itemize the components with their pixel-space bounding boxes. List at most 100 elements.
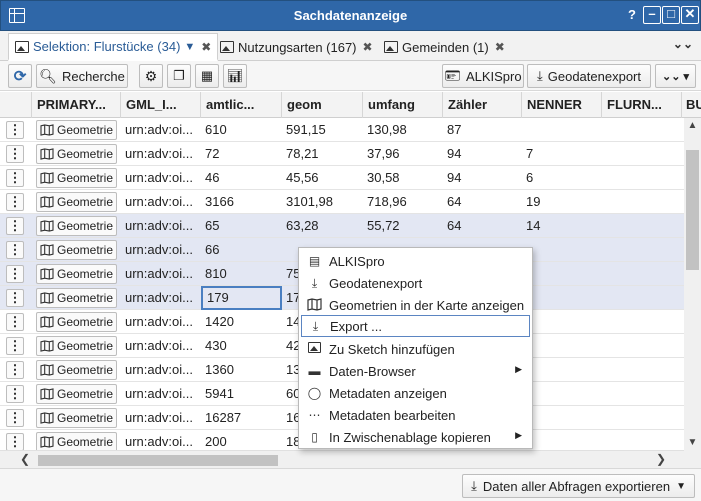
menu-item-metadaten-bearbeiten[interactable]: ⋯ Metadaten bearbeiten [301, 404, 530, 426]
cell-gml[interactable]: urn:adv:oi... [121, 118, 201, 142]
vertical-scroll-thumb[interactable] [686, 150, 699, 270]
cell-flurn[interactable] [602, 238, 682, 262]
close-tab-icon[interactable]: ✖ [363, 40, 373, 54]
menu-item-alkispro[interactable]: ▤ ALKISpro [301, 250, 530, 272]
header-umfang[interactable]: umfang [363, 92, 443, 118]
geometry-button[interactable]: Geometrie [36, 240, 117, 260]
cell-geom[interactable]: 63,28 [282, 214, 363, 238]
tab-gemeinden[interactable]: Gemeinden (1) ✖ [378, 33, 511, 61]
scroll-right-icon[interactable]: ❯ [656, 452, 666, 466]
tab-nutzungsarten[interactable]: Nutzungsarten (167) ✖ [214, 33, 379, 61]
header-primary[interactable]: PRIMARY... [32, 92, 121, 118]
header-zaehler[interactable]: Zähler [443, 92, 522, 118]
row-menu-icon[interactable]: ⋮ [6, 289, 24, 307]
geometry-button[interactable]: Geometrie [36, 312, 117, 332]
geometry-button[interactable]: Geometrie [36, 384, 117, 404]
cell-amtlich[interactable]: 65 [201, 214, 282, 238]
cell-nenner[interactable] [522, 262, 602, 286]
row-menu-icon[interactable]: ⋮ [6, 265, 24, 283]
cell-flurn[interactable] [602, 334, 682, 358]
cell-gml[interactable]: urn:adv:oi... [121, 166, 201, 190]
table-row[interactable]: ⋮ Geometrie urn:adv:oi... 610 591,15 130,98 87 [0, 118, 684, 142]
cell-flurn[interactable] [602, 214, 682, 238]
row-menu-icon[interactable]: ⋮ [6, 193, 24, 211]
cell-gml[interactable]: urn:adv:oi... [121, 382, 201, 406]
cell-nenner[interactable] [522, 430, 602, 450]
cell-nenner[interactable]: 19 [522, 190, 602, 214]
cell-flurn[interactable] [602, 358, 682, 382]
geometry-button[interactable]: Geometrie [36, 432, 117, 450]
cell-flurn[interactable] [602, 430, 682, 450]
cell-amtlich[interactable]: 810 [201, 262, 282, 286]
close-button[interactable]: ✕ [681, 6, 699, 24]
cell-zaehler[interactable]: 64 [443, 190, 522, 214]
menu-item-geometrien-anzeigen[interactable]: Geometrien in der Karte anzeigen [301, 294, 530, 316]
row-menu-icon[interactable]: ⋮ [6, 241, 24, 259]
cell-nenner[interactable] [522, 334, 602, 358]
cell-flurn[interactable] [602, 118, 682, 142]
row-menu-icon[interactable]: ⋮ [6, 145, 24, 163]
geodatenexport-button[interactable]: ⤓ Geodatenexport [527, 64, 651, 88]
cell-gml[interactable]: urn:adv:oi... [121, 238, 201, 262]
menu-item-sketch[interactable]: Zu Sketch hinzufügen [301, 338, 530, 360]
cell-amtlich[interactable]: 72 [201, 142, 282, 166]
cell-zaehler[interactable]: 94 [443, 166, 522, 190]
cell-zaehler[interactable]: 94 [443, 142, 522, 166]
row-menu-icon[interactable]: ⋮ [6, 433, 24, 450]
cell-flurn[interactable] [602, 382, 682, 406]
cell-gml[interactable]: urn:adv:oi... [121, 358, 201, 382]
export-all-button[interactable]: ⤓ Daten aller Abfragen exportieren ▼ [462, 474, 695, 498]
cell-umfang[interactable]: 37,96 [363, 142, 443, 166]
geometry-button[interactable]: Geometrie [36, 360, 117, 380]
minimize-button[interactable]: – [643, 6, 661, 24]
row-menu-icon[interactable]: ⋮ [6, 409, 24, 427]
cell-umfang[interactable]: 30,58 [363, 166, 443, 190]
scroll-up-icon[interactable]: ▲ [686, 120, 699, 131]
row-menu-icon[interactable]: ⋮ [6, 385, 24, 403]
cell-nenner[interactable] [522, 118, 602, 142]
maximize-button[interactable]: □ [662, 6, 680, 24]
cell-geom[interactable]: 591,15 [282, 118, 363, 142]
cell-amtlich[interactable]: 179 [201, 286, 282, 310]
cell-flurn[interactable] [602, 142, 682, 166]
settings-button[interactable]: ⚙ [139, 64, 163, 88]
chart-button[interactable]: 📊︎ [223, 64, 247, 88]
geometry-button[interactable]: Geometrie [36, 408, 117, 428]
cell-amtlich[interactable]: 46 [201, 166, 282, 190]
cell-nenner[interactable] [522, 310, 602, 334]
cell-nenner[interactable] [522, 286, 602, 310]
cell-nenner[interactable]: 7 [522, 142, 602, 166]
scroll-down-icon[interactable]: ▼ [686, 437, 699, 448]
geometry-button[interactable]: Geometrie [36, 120, 117, 140]
recherche-button[interactable]: 🔍︎ Recherche [36, 64, 128, 88]
header-amtlich[interactable]: amtlic... [201, 92, 282, 118]
menu-item-daten-browser[interactable]: ▬ Daten-Browser ▶ [301, 360, 530, 382]
cell-amtlich[interactable]: 3166 [201, 190, 282, 214]
cell-amtlich[interactable]: 66 [201, 238, 282, 262]
cell-amtlich[interactable]: 1420 [201, 310, 282, 334]
cell-zaehler[interactable]: 64 [443, 214, 522, 238]
cell-umfang[interactable]: 718,96 [363, 190, 443, 214]
table-row[interactable]: ⋮ Geometrie urn:adv:oi... 72 78,21 37,96 94 7 [0, 142, 684, 166]
more-options-dropdown[interactable]: ⌄⌄ ▾ [655, 64, 696, 88]
cell-nenner[interactable] [522, 238, 602, 262]
menu-item-metadaten-anzeigen[interactable]: ◯ Metadaten anzeigen [301, 382, 530, 404]
header-bu[interactable]: BU [682, 92, 701, 118]
scroll-left-icon[interactable]: ❮ [20, 452, 30, 466]
table-row[interactable]: ⋮ Geometrie urn:adv:oi... 3166 3101,98 718,96… [0, 190, 684, 214]
cell-amtlich[interactable]: 16287 [201, 406, 282, 430]
header-geom[interactable]: geom [282, 92, 363, 118]
geometry-button[interactable]: Geometrie [36, 336, 117, 356]
menu-item-zwischenablage[interactable]: ▯ In Zwischenablage kopieren ▶ [301, 426, 530, 448]
cell-flurn[interactable] [602, 286, 682, 310]
cell-amtlich[interactable]: 610 [201, 118, 282, 142]
cell-flurn[interactable] [602, 262, 682, 286]
cell-gml[interactable]: urn:adv:oi... [121, 214, 201, 238]
cell-gml[interactable]: urn:adv:oi... [121, 310, 201, 334]
cell-geom[interactable]: 45,56 [282, 166, 363, 190]
cell-geom[interactable]: 3101,98 [282, 190, 363, 214]
menu-item-export[interactable]: ⤓ Export ... [301, 315, 530, 337]
header-nenner[interactable]: NENNER [522, 92, 602, 118]
cell-nenner[interactable]: 14 [522, 214, 602, 238]
geometry-button[interactable]: Geometrie [36, 264, 117, 284]
